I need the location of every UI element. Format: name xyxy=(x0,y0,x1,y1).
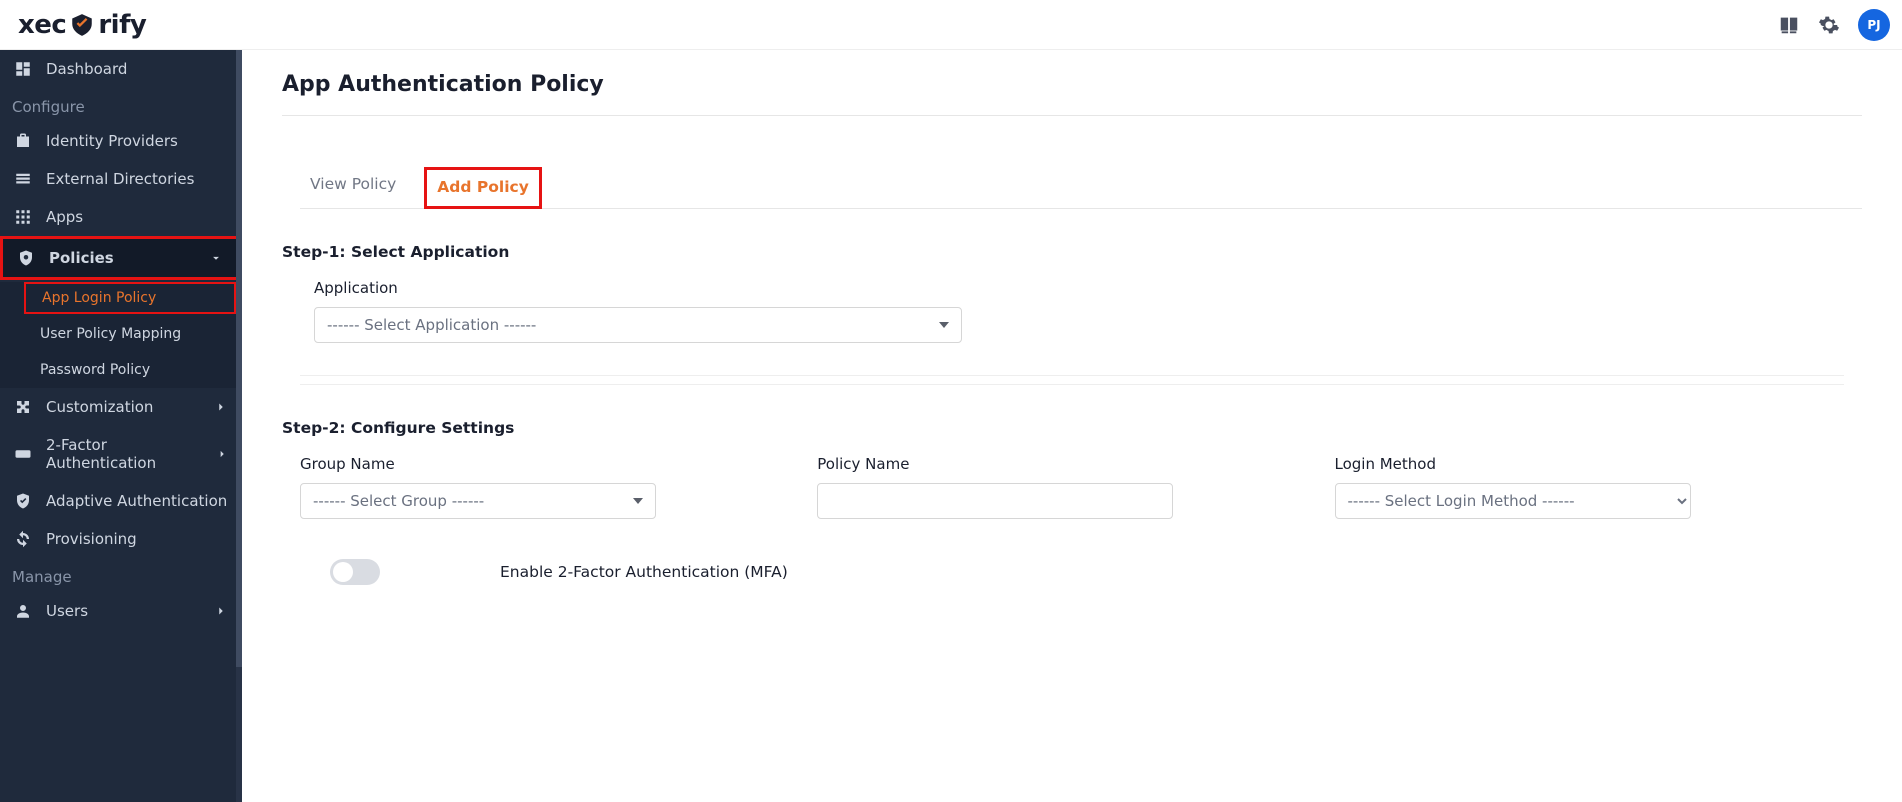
sidebar-sub-user-policy[interactable]: User Policy Mapping xyxy=(0,316,242,352)
mfa-toggle[interactable] xyxy=(330,559,380,585)
sidebar-sub-app-login[interactable]: App Login Policy xyxy=(24,282,236,314)
tabs: View Policy Add Policy xyxy=(300,166,1862,209)
top-header: xec rify PJ xyxy=(0,0,1902,50)
sidebar-item-adaptive[interactable]: Adaptive Authentication xyxy=(0,482,242,520)
tab-add-policy[interactable]: Add Policy xyxy=(424,167,542,209)
chevron-right-icon xyxy=(214,400,228,414)
shield-check-icon xyxy=(14,492,32,510)
mfa-row: Enable 2-Factor Authentication (MFA) xyxy=(330,559,1844,585)
gear-icon[interactable] xyxy=(1818,14,1840,36)
page-title: App Authentication Policy xyxy=(282,72,1862,116)
sidebar-sub-password[interactable]: Password Policy xyxy=(0,352,242,388)
group-select[interactable]: ------ Select Group ------ xyxy=(300,483,656,519)
briefcase-icon xyxy=(14,132,32,150)
mfa-label: Enable 2-Factor Authentication (MFA) xyxy=(500,563,788,581)
brand-logo: xec rify xyxy=(18,10,146,40)
puzzle-icon xyxy=(14,398,32,416)
sidebar: Dashboard Configure Identity Providers E… xyxy=(0,50,242,802)
key-icon xyxy=(14,445,32,463)
sidebar-label: Customization xyxy=(46,398,153,416)
grid-icon xyxy=(14,208,32,226)
shield-icon xyxy=(17,249,35,267)
user-icon xyxy=(14,602,32,620)
sync-icon xyxy=(14,530,32,548)
sidebar-item-users[interactable]: Users xyxy=(0,592,242,630)
sidebar-label: Users xyxy=(46,602,88,620)
sidebar-label: Apps xyxy=(46,208,83,226)
user-avatar[interactable]: PJ xyxy=(1858,9,1890,41)
sidebar-label: Identity Providers xyxy=(46,132,178,150)
application-label: Application xyxy=(314,279,1844,297)
step-2-title: Step-2: Configure Settings xyxy=(282,419,1862,437)
sidebar-label: External Directories xyxy=(46,170,194,188)
step-1-title: Step-1: Select Application xyxy=(282,243,1862,261)
chevron-down-icon xyxy=(939,322,949,328)
sidebar-item-ext-dir[interactable]: External Directories xyxy=(0,160,242,198)
tab-view-policy[interactable]: View Policy xyxy=(300,167,406,209)
sidebar-item-dashboard[interactable]: Dashboard xyxy=(0,50,242,88)
dashboard-icon xyxy=(14,60,32,78)
sidebar-item-provisioning[interactable]: Provisioning xyxy=(0,520,242,558)
main-content: App Authentication Policy View Policy Ad… xyxy=(242,50,1902,802)
chevron-down-icon xyxy=(633,498,643,504)
sidebar-item-customization[interactable]: Customization xyxy=(0,388,242,426)
sidebar-item-2fa[interactable]: 2-Factor Authentication xyxy=(0,426,242,482)
sidebar-label: 2-Factor Authentication xyxy=(46,436,202,472)
login-label: Login Method xyxy=(1335,455,1845,473)
step-2: Step-2: Configure Settings Group Name --… xyxy=(282,419,1862,585)
sidebar-section-configure: Configure xyxy=(0,88,242,122)
sidebar-item-idp[interactable]: Identity Providers xyxy=(0,122,242,160)
policy-label: Policy Name xyxy=(817,455,1302,473)
sidebar-label: Dashboard xyxy=(46,60,127,78)
group-col: Group Name ------ Select Group ------ xyxy=(300,437,785,519)
step-1: Step-1: Select Application Application -… xyxy=(282,243,1862,385)
sidebar-label: Provisioning xyxy=(46,530,137,548)
chevron-right-icon xyxy=(216,447,228,461)
brand-text-1: xec xyxy=(18,10,66,40)
sidebar-scrollbar-thumb[interactable] xyxy=(236,50,242,667)
chevron-down-icon xyxy=(209,251,223,265)
policy-col: Policy Name xyxy=(817,437,1302,519)
sidebar-label: Policies xyxy=(49,249,114,267)
application-placeholder: ------ Select Application ------ xyxy=(327,316,536,334)
book-icon[interactable] xyxy=(1778,14,1800,36)
sidebar-item-apps[interactable]: Apps xyxy=(0,198,242,236)
application-select[interactable]: ------ Select Application ------ xyxy=(314,307,962,343)
sidebar-label: Adaptive Authentication xyxy=(46,492,227,510)
brand-badge-icon xyxy=(68,11,96,39)
login-method-select[interactable]: ------ Select Login Method ------ xyxy=(1335,483,1691,519)
login-col: Login Method ------ Select Login Method … xyxy=(1335,437,1845,519)
policy-name-input[interactable] xyxy=(817,483,1173,519)
header-actions: PJ xyxy=(1778,9,1890,41)
policies-submenu: App Login Policy User Policy Mapping Pas… xyxy=(0,282,242,388)
sidebar-item-policies[interactable]: Policies xyxy=(3,239,237,277)
group-label: Group Name xyxy=(300,455,785,473)
group-placeholder: ------ Select Group ------ xyxy=(313,492,484,510)
sidebar-section-manage: Manage xyxy=(0,558,242,592)
sidebar-policies-highlight: Policies xyxy=(0,236,240,280)
brand-text-2: rify xyxy=(98,10,146,40)
list-icon xyxy=(14,170,32,188)
chevron-right-icon xyxy=(214,604,228,618)
